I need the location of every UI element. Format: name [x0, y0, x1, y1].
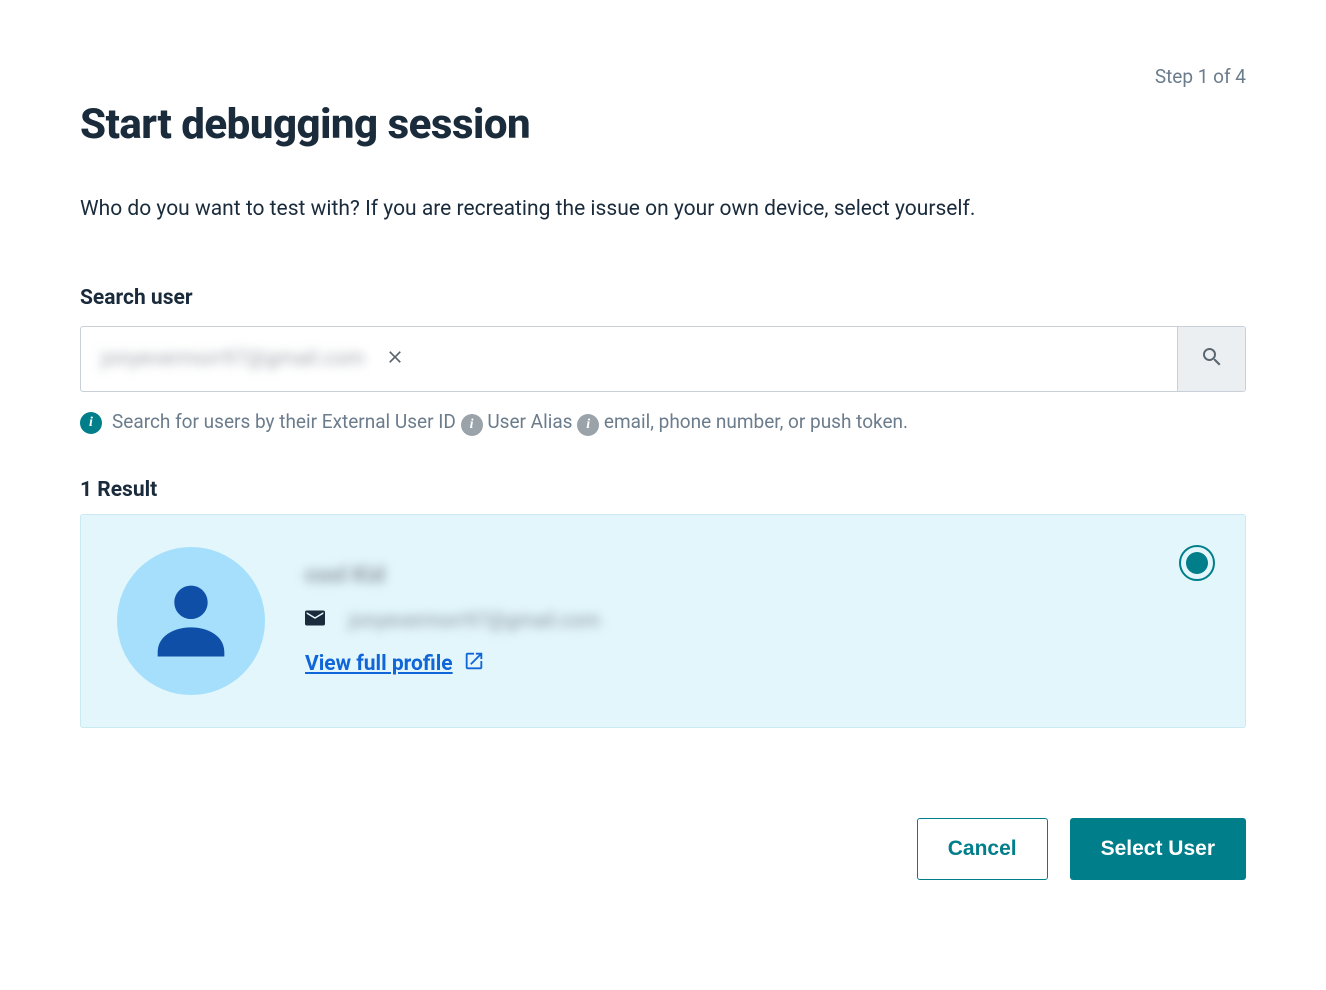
- result-user-email: jonyevermorr97@gmail.com: [349, 608, 600, 632]
- email-icon: [305, 610, 325, 630]
- select-user-radio[interactable]: [1179, 545, 1215, 581]
- view-full-profile-label: View full profile: [305, 652, 453, 676]
- search-icon: [1200, 345, 1224, 372]
- search-input-group: jonyevermorr97@gmail.com: [80, 326, 1246, 392]
- results-count-label: 1 Result: [80, 478, 1246, 502]
- hint-user-alias: User Alias: [487, 410, 572, 433]
- page-title: Start debugging session: [80, 100, 1246, 149]
- search-input[interactable]: jonyevermorr97@gmail.com: [101, 347, 365, 371]
- info-icon[interactable]: i: [577, 414, 599, 436]
- result-user-name: cool Kid: [305, 563, 1209, 588]
- search-hint: i Search for users by their External Use…: [80, 410, 1246, 436]
- cancel-button[interactable]: Cancel: [917, 818, 1048, 880]
- avatar: [117, 547, 265, 695]
- search-button[interactable]: [1177, 327, 1245, 391]
- info-icon[interactable]: i: [461, 414, 483, 436]
- info-icon: i: [80, 412, 102, 434]
- hint-suffix: email, phone number, or push token.: [604, 410, 908, 433]
- person-icon: [141, 569, 241, 673]
- search-user-label: Search user: [80, 286, 1246, 310]
- step-indicator: Step 1 of 4: [80, 65, 1246, 88]
- view-full-profile-link[interactable]: View full profile: [305, 650, 485, 678]
- hint-prefix: Search for users by their External User …: [112, 410, 456, 433]
- external-link-icon: [463, 650, 485, 678]
- close-icon: [385, 347, 405, 370]
- result-card[interactable]: cool Kid jonyevermorr97@gmail.com View f…: [80, 514, 1246, 728]
- page-description: Who do you want to test with? If you are…: [80, 194, 1246, 226]
- select-user-button[interactable]: Select User: [1070, 818, 1246, 880]
- clear-search-button[interactable]: [377, 339, 413, 378]
